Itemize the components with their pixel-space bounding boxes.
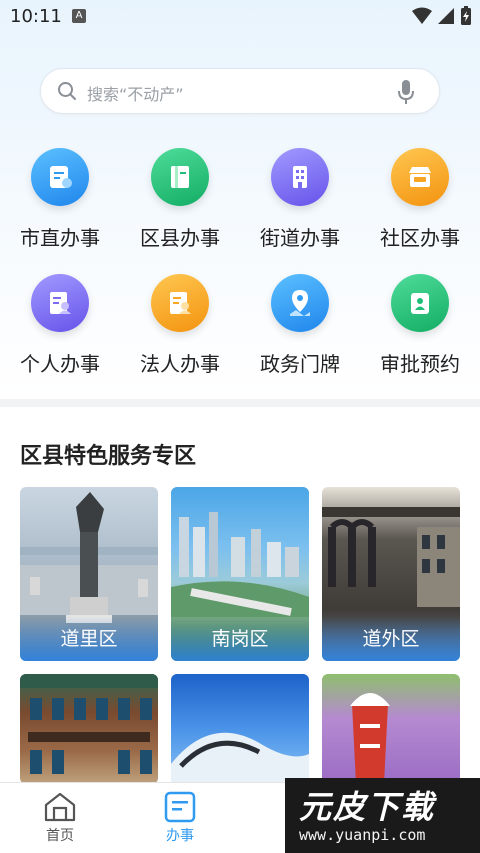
service-label: 街道办事 (260, 226, 340, 250)
windmill-illustration (350, 693, 390, 784)
service-city[interactable]: 市直办事 (0, 148, 120, 251)
search-bar[interactable]: 搜索“不动产” (40, 68, 440, 114)
home-icon (44, 792, 76, 822)
modern-building-illustration (171, 732, 309, 784)
status-bar: 10:11 A (0, 0, 480, 34)
service-label: 社区办事 (380, 226, 460, 250)
person-card-icon (31, 274, 89, 332)
watermark-logo: 元皮下载 www.yuanpi.com (285, 778, 480, 853)
status-icons (412, 6, 472, 26)
shop-icon (391, 148, 449, 206)
search-input[interactable]: 搜索“不动产” (87, 81, 184, 105)
battery-icon (461, 6, 471, 25)
district-card-nangang[interactable]: 南岗区 (171, 487, 309, 661)
historic-building-illustration (20, 674, 158, 774)
service-icon (164, 791, 196, 823)
map-pin-icon (271, 274, 329, 332)
district-label: 南岗区 (171, 617, 309, 661)
service-doorplate[interactable]: 政务门牌 (240, 274, 360, 377)
nav-label: 首页 (46, 828, 74, 844)
approval-icon (391, 274, 449, 332)
book-icon (151, 148, 209, 206)
watermark-title: 元皮下载 (299, 788, 436, 826)
service-label: 法人办事 (140, 352, 220, 376)
service-street[interactable]: 街道办事 (240, 148, 360, 251)
district-card-daowai[interactable]: 道外区 (322, 487, 460, 661)
district-card-5[interactable] (171, 674, 309, 784)
service-label: 市直办事 (20, 226, 100, 250)
microphone-icon[interactable] (397, 79, 415, 105)
wifi-icon (412, 7, 432, 24)
section-divider (0, 399, 480, 407)
service-label: 审批预约 (380, 352, 460, 376)
district-label: 道里区 (20, 617, 158, 661)
service-personal[interactable]: 个人办事 (0, 274, 120, 377)
service-label: 个人办事 (20, 352, 100, 376)
district-label: 道外区 (322, 617, 460, 661)
service-approval[interactable]: 审批预约 (360, 274, 480, 377)
corporate-card-icon (151, 274, 209, 332)
service-district[interactable]: 区县办事 (120, 148, 240, 251)
district-card-4[interactable] (20, 674, 158, 784)
nav-services[interactable]: 办事 (140, 791, 220, 845)
section-title: 区县特色服务专区 (20, 444, 197, 469)
service-label: 政务门牌 (260, 352, 340, 376)
building-icon (271, 148, 329, 206)
district-card-daoli[interactable]: 道里区 (20, 487, 158, 661)
document-icon (31, 148, 89, 206)
service-corporate[interactable]: 法人办事 (120, 274, 240, 377)
service-community[interactable]: 社区办事 (360, 148, 480, 251)
watermark-url: www.yuanpi.com (299, 826, 426, 844)
nav-home[interactable]: 首页 (20, 791, 100, 845)
signal-icon (438, 8, 454, 24)
service-label: 区县办事 (140, 226, 220, 250)
nav-label: 办事 (166, 828, 194, 844)
district-card-6[interactable] (322, 674, 460, 784)
status-time: 10:11 (10, 6, 62, 27)
notification-badge: A (72, 9, 86, 23)
search-icon (58, 82, 76, 100)
